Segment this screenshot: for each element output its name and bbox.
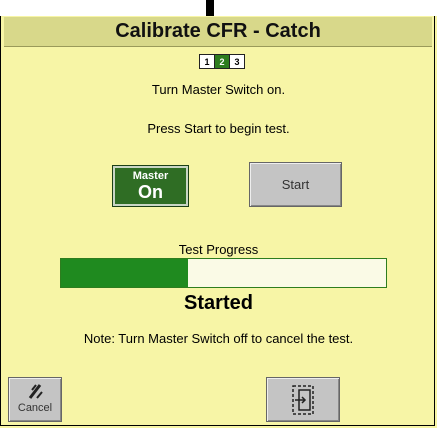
cancel-slash-icon (28, 384, 43, 399)
instruction-line-1: Turn Master Switch on. (151, 82, 286, 97)
progress-label: Test Progress (178, 242, 259, 257)
master-switch-indicator: Master On (112, 165, 189, 207)
step-indicator: 1 2 3 (199, 54, 245, 69)
exit-button[interactable] (266, 377, 340, 422)
instruction-line-2: Press Start to begin test. (147, 121, 290, 136)
cancel-label: Cancel (17, 402, 53, 414)
dialog-frame (0, 16, 435, 426)
step-3: 3 (230, 55, 244, 68)
step-1: 1 (200, 55, 215, 68)
step-2-active: 2 (215, 55, 230, 68)
cancel-note: Note: Turn Master Switch off to cancel t… (83, 331, 354, 346)
progress-status: Started (184, 292, 253, 314)
cancel-button[interactable]: Cancel (8, 377, 62, 422)
exit-door-icon (292, 384, 314, 415)
master-state: On (138, 182, 163, 202)
progress-fill (61, 259, 188, 287)
top-strip (0, 0, 437, 16)
top-marker (206, 0, 214, 16)
master-label: Master (132, 170, 169, 182)
progress-bar (60, 258, 387, 288)
dialog-title: Calibrate CFR - Catch (4, 17, 432, 47)
start-button[interactable]: Start (249, 162, 342, 207)
